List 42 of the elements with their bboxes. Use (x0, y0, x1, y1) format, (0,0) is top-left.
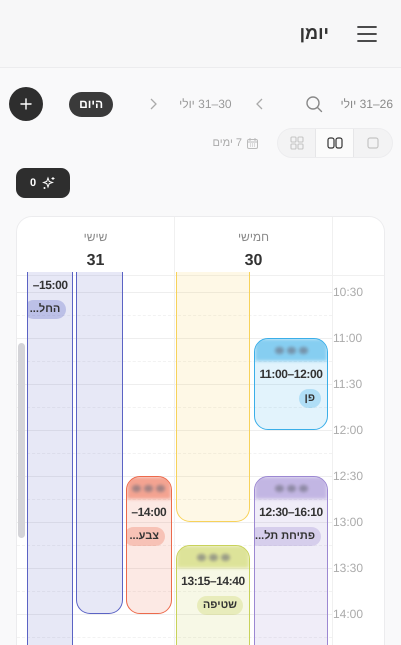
search-icon (304, 95, 323, 113)
square-icon (367, 137, 379, 149)
date-number: 30 (244, 251, 262, 271)
time-label: 13:30 (333, 561, 364, 575)
menu-icon (357, 24, 377, 42)
today-button[interactable]: היום (69, 92, 114, 116)
page-title: יומן (300, 22, 329, 45)
event-tag: פן (298, 389, 321, 408)
time-label: 13:00 (333, 515, 364, 529)
sparkle-button[interactable]: 0 (16, 168, 70, 198)
next-button[interactable] (254, 97, 264, 111)
menu-button[interactable] (357, 24, 377, 44)
time-label: 11:30 (333, 377, 364, 391)
event-tag: החל... (28, 300, 66, 319)
grid-icon (290, 136, 304, 150)
event-time: 11:00–12:00 (260, 366, 322, 383)
calendar-icon (247, 138, 258, 148)
two-columns-icon (326, 137, 342, 149)
event-tag: צבע... (126, 527, 165, 546)
event-time: –14:00 (131, 504, 166, 521)
date-number: 31 (86, 251, 104, 271)
add-button[interactable] (9, 87, 44, 121)
event-time: 12:30–16:10 (259, 504, 323, 521)
event-tag: שטיפה (196, 596, 243, 615)
time-label: 14:00 (333, 607, 364, 621)
columns-view-tab[interactable] (316, 129, 354, 157)
search-button[interactable] (304, 94, 324, 114)
week-range: 26–31 יולי (340, 96, 393, 113)
weekday-label: שישי (84, 229, 108, 246)
event-time: –15:00 (32, 277, 68, 294)
time-label: 12:00 (333, 423, 364, 437)
weekday-label: חמישי (238, 229, 270, 246)
time-label: 11:00 (333, 331, 364, 345)
date-range: 30–31 יולי (179, 96, 232, 113)
event-tag: פתיחת תל... (255, 527, 321, 546)
event-time: 13:15–14:40 (181, 573, 245, 590)
time-label: 10:30 (333, 285, 364, 299)
plus-icon (20, 98, 32, 110)
scrollbar[interactable] (18, 343, 25, 538)
time-label: 12:30 (333, 469, 364, 483)
event-card[interactable] (76, 272, 123, 614)
sparkles-icon (42, 176, 56, 190)
